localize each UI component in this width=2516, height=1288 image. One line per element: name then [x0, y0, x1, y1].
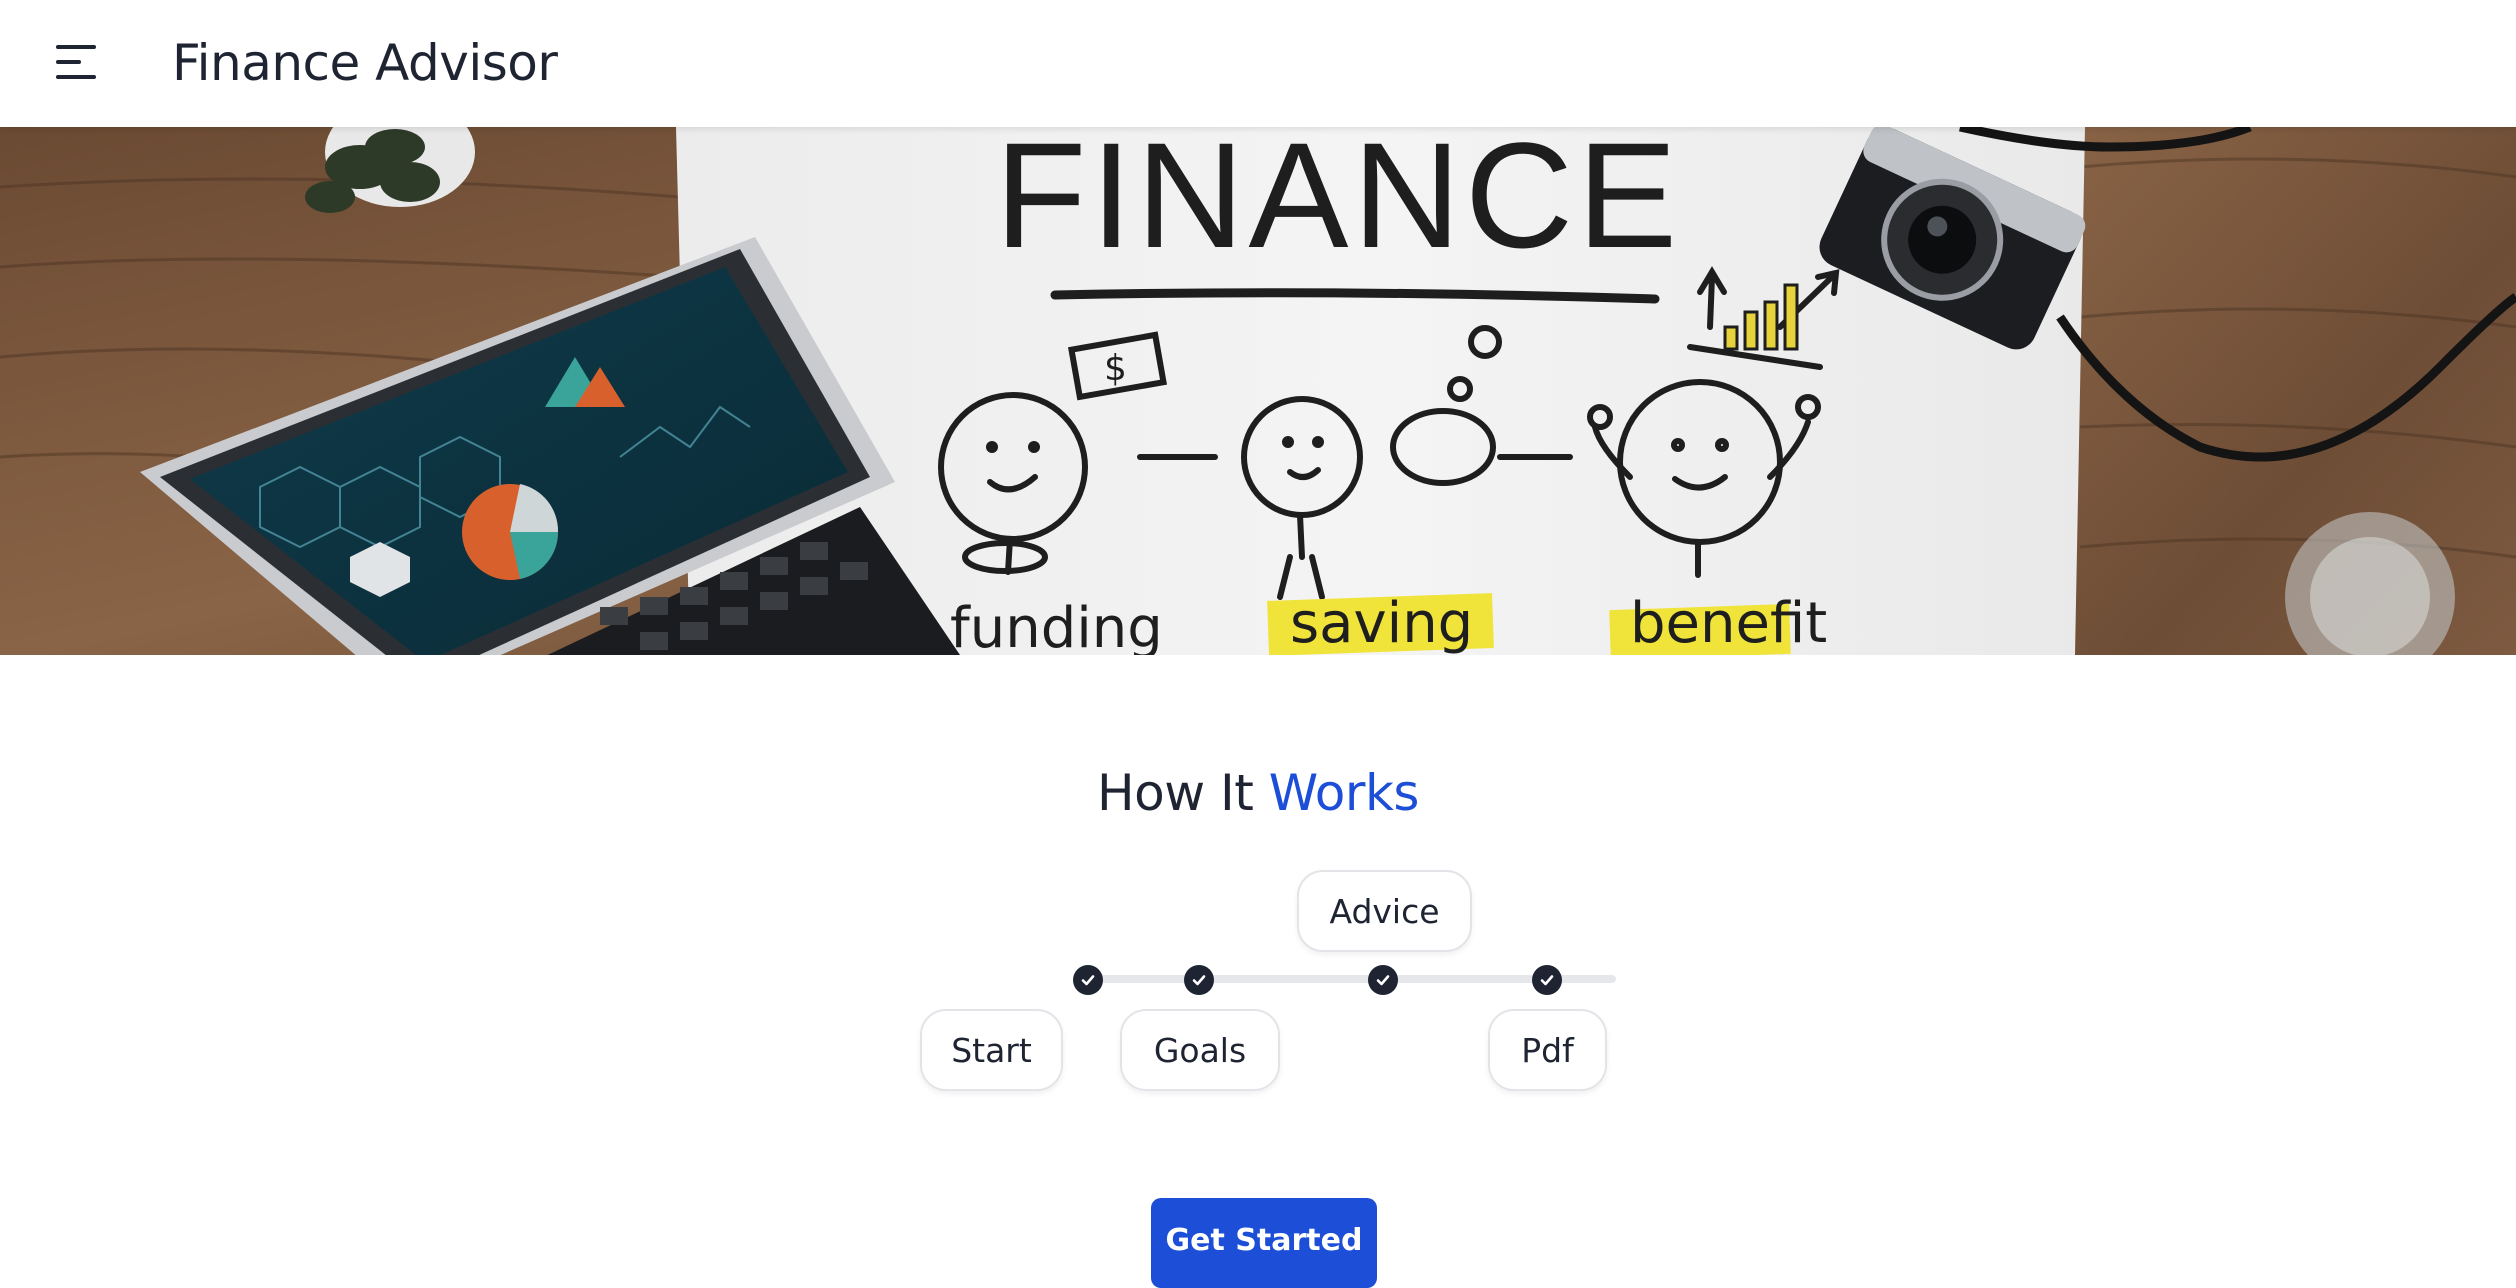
get-started-button[interactable]: Get Started	[1151, 1198, 1377, 1288]
svg-text:$: $	[1104, 348, 1127, 389]
svg-text:benefit: benefit	[1630, 591, 1827, 655]
section-title-how-it-works: How It Works	[0, 760, 2516, 826]
step-goals-check-icon	[1184, 965, 1214, 995]
svg-text:funding: funding	[950, 596, 1163, 655]
step-start-check-icon	[1073, 965, 1103, 995]
svg-text:saving: saving	[1290, 591, 1473, 655]
step-advice-check-icon	[1368, 965, 1398, 995]
hero-banner-image: FINANCE $ funding saving benefit	[0, 127, 2516, 655]
step-label-advice[interactable]: Advice	[1297, 870, 1472, 952]
title-prefix: How It	[1097, 764, 1269, 822]
step-pdf-check-icon	[1532, 965, 1562, 995]
svg-text:FINANCE: FINANCE	[995, 127, 1681, 279]
step-label-pdf[interactable]: Pdf	[1488, 1009, 1607, 1091]
step-label-goals[interactable]: Goals	[1120, 1009, 1280, 1091]
hamburger-menu-icon[interactable]	[52, 40, 102, 86]
app-header: Finance Advisor	[0, 0, 2516, 127]
title-accent: Works	[1268, 764, 1420, 822]
app-title: Finance Advisor	[172, 34, 558, 92]
step-label-start[interactable]: Start	[920, 1009, 1063, 1091]
